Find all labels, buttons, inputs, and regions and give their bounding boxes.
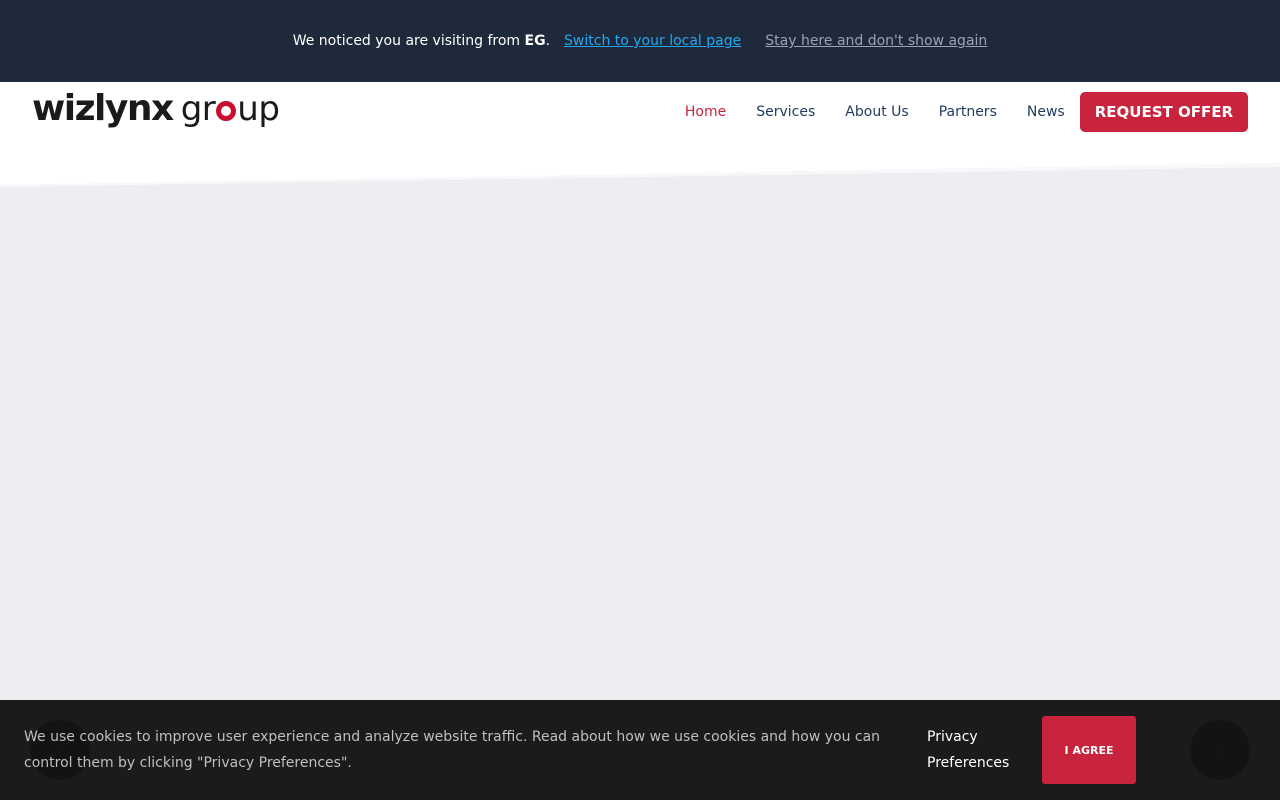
nav-about-us[interactable]: About Us — [845, 104, 908, 120]
main-nav: Home Services About Us Partners News REQ… — [655, 92, 1248, 132]
i-agree-button[interactable]: I AGREE — [1042, 716, 1136, 784]
wizlynx-group-logo[interactable]: wizlynx gr up — [32, 88, 280, 138]
nav-services[interactable]: Services — [756, 104, 815, 120]
nav-news[interactable]: News — [1027, 104, 1065, 120]
geo-notice-text: We noticed you are visiting from EG. — [292, 33, 551, 49]
site-header: wizlynx gr up Home Services About Us Part… — [0, 82, 1280, 164]
nav-home[interactable]: Home — [685, 104, 726, 120]
request-offer-button[interactable]: REQUEST OFFER — [1079, 92, 1248, 132]
nav-partners[interactable]: Partners — [939, 104, 997, 120]
cookie-consent-bar: We use cookies to improve user experienc… — [0, 700, 1280, 800]
logo-o-ring-icon — [216, 101, 237, 121]
logo-wordmark-group: gr up — [180, 89, 280, 129]
i-agree-label: I AGREE — [1064, 743, 1114, 757]
geo-country: EG — [524, 33, 546, 49]
geo-notice-bar: We noticed you are visiting from EG. Swi… — [0, 0, 1280, 82]
hero-slant-divider — [0, 163, 1280, 187]
privacy-preferences-link[interactable]: Privacy Preferences — [927, 724, 1027, 776]
switch-local-page-link[interactable]: Switch to your local page — [564, 33, 741, 49]
stay-here-link[interactable]: Stay here and don't show again — [765, 33, 987, 49]
cookie-notice-text: We use cookies to improve user experienc… — [24, 729, 881, 771]
logo-wordmark-wizlynx: wizlynx — [32, 88, 174, 129]
